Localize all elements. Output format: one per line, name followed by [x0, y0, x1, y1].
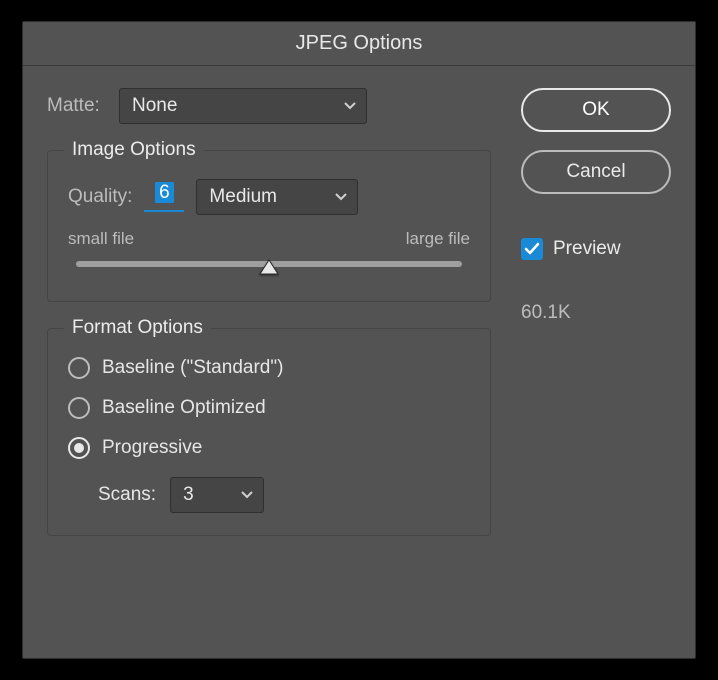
matte-value: None	[132, 95, 177, 117]
quality-preset-value: Medium	[209, 186, 277, 208]
format-options-group: Format Options Baseline ("Standard")Base…	[47, 328, 491, 536]
quality-row: Quality: 6 Medium	[68, 179, 470, 215]
chevron-down-icon	[241, 491, 253, 499]
ok-button[interactable]: OK	[521, 88, 671, 132]
quality-preset-select[interactable]: Medium	[196, 179, 358, 215]
preview-row: Preview	[521, 238, 671, 260]
matte-label: Matte:	[47, 95, 107, 117]
file-size-text: 60.1K	[521, 302, 671, 324]
scans-row: Scans: 3	[98, 477, 470, 513]
radio-label: Baseline Optimized	[102, 397, 266, 419]
small-file-label: small file	[68, 229, 134, 249]
cancel-button[interactable]: Cancel	[521, 150, 671, 194]
dialog-title: JPEG Options	[23, 22, 695, 66]
image-options-group: Image Options Quality: 6 Medium small fi…	[47, 150, 491, 302]
matte-row: Matte: None	[47, 88, 491, 124]
scans-select[interactable]: 3	[170, 477, 264, 513]
jpeg-options-dialog: JPEG Options Matte: None Image Options Q…	[22, 21, 696, 659]
image-options-title: Image Options	[64, 139, 204, 161]
scans-label: Scans:	[98, 484, 156, 506]
format-radio-2[interactable]: Progressive	[68, 437, 470, 459]
large-file-label: large file	[406, 229, 470, 249]
left-column: Matte: None Image Options Quality: 6 Med…	[47, 88, 491, 634]
radio-label: Baseline ("Standard")	[102, 357, 283, 379]
dialog-body: Matte: None Image Options Quality: 6 Med…	[23, 66, 695, 658]
format-options-title: Format Options	[64, 317, 211, 339]
format-radio-0[interactable]: Baseline ("Standard")	[68, 357, 470, 379]
radio-icon[interactable]	[68, 357, 90, 379]
radio-label: Progressive	[102, 437, 202, 459]
preview-label: Preview	[553, 238, 621, 260]
format-radio-1[interactable]: Baseline Optimized	[68, 397, 470, 419]
chevron-down-icon	[344, 102, 356, 110]
quality-label: Quality:	[68, 186, 132, 208]
quality-slider[interactable]	[76, 261, 462, 267]
radio-icon[interactable]	[68, 437, 90, 459]
slider-labels: small file large file	[68, 229, 470, 249]
slider-thumb-icon[interactable]	[259, 259, 279, 275]
chevron-down-icon	[335, 193, 347, 201]
preview-checkbox[interactable]	[521, 238, 543, 260]
right-column: OK Cancel Preview 60.1K	[521, 88, 671, 634]
matte-select[interactable]: None	[119, 88, 367, 124]
scans-value: 3	[183, 484, 194, 506]
quality-input[interactable]: 6	[144, 182, 184, 212]
radio-icon[interactable]	[68, 397, 90, 419]
